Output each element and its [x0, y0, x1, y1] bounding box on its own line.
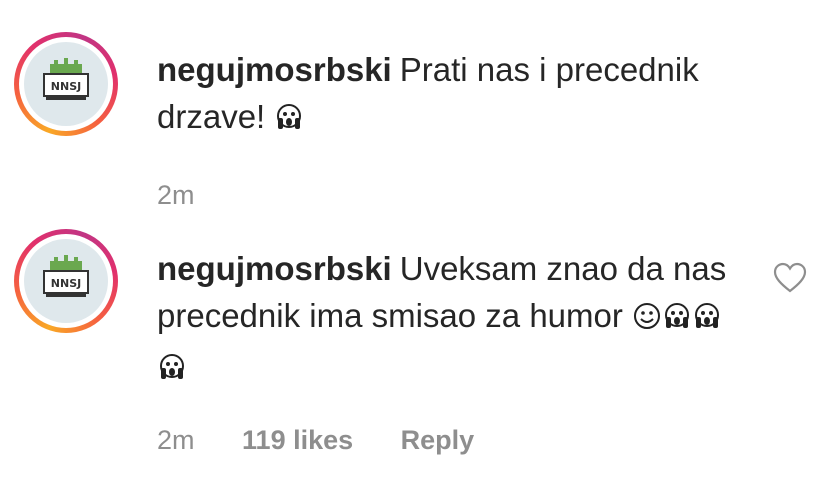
scream-emoji-icon: [692, 296, 722, 343]
avatar-logo: NNSJ: [43, 58, 89, 100]
scream-emoji-icon: [662, 296, 692, 343]
svg-text:NNSJ: NNSJ: [51, 80, 81, 93]
comment-meta: 2m 119 likes Reply: [157, 425, 514, 456]
likes-count[interactable]: 119 likes: [242, 425, 353, 455]
reply-button[interactable]: Reply: [401, 425, 475, 455]
comment-username[interactable]: negujmosrbski: [157, 51, 392, 88]
comment-time[interactable]: 2m: [157, 180, 195, 210]
comment-item: NNSJ negujmosrbski Prati nas i precednik …: [0, 0, 830, 225]
comment-time[interactable]: 2m: [157, 425, 195, 455]
comment-meta: 2m: [157, 180, 235, 211]
heart-icon[interactable]: [773, 262, 807, 294]
avatar-story-ring[interactable]: NNSJ: [14, 32, 118, 136]
smiley-emoji-icon: [632, 296, 662, 343]
avatar-logo: NNSJ: [43, 255, 89, 297]
comment-username[interactable]: negujmosrbski: [157, 250, 392, 287]
avatar-story-ring[interactable]: NNSJ: [14, 229, 118, 333]
scream-emoji-icon: [274, 97, 304, 144]
svg-text:NNSJ: NNSJ: [51, 277, 81, 290]
scream-emoji-icon: [157, 347, 187, 394]
comment-item: NNSJ negujmosrbski Uveksam znao da nas pr…: [0, 225, 830, 487]
avatar: NNSJ: [24, 42, 108, 126]
comment-text-block: negujmosrbski Uveksam znao da nas precedn…: [157, 245, 747, 394]
avatar: NNSJ: [24, 239, 108, 323]
comment-text-block: negujmosrbski Prati nas i precednik drzav…: [157, 46, 747, 144]
